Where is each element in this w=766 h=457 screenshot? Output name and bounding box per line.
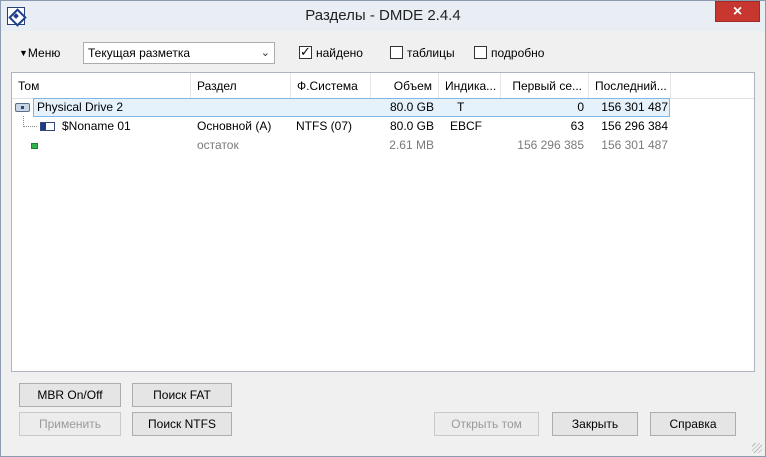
cell-size: 80.0 GB bbox=[389, 119, 434, 133]
search-fat-button[interactable]: Поиск FAT bbox=[132, 383, 232, 407]
column-header-volume[interactable]: Том bbox=[12, 73, 191, 99]
checkbox-tables-label: таблицы bbox=[407, 46, 455, 60]
open-volume-button[interactable]: Открыть том bbox=[434, 412, 539, 436]
cell-last-sector: 156 301 487 bbox=[601, 138, 668, 152]
cell-filesystem bbox=[296, 98, 371, 117]
column-header-indicator[interactable]: Индика... bbox=[439, 73, 501, 99]
search-ntfs-button[interactable]: Поиск NTFS bbox=[132, 412, 232, 436]
checkbox-found-box[interactable] bbox=[299, 44, 312, 60]
cell-size: 2.61 MB bbox=[389, 138, 434, 152]
layout-select-value: Текущая разметка bbox=[88, 46, 191, 60]
triangle-down-icon: ▼ bbox=[19, 48, 28, 58]
apply-button[interactable]: Применить bbox=[19, 412, 121, 436]
cell-size: 80.0 GB bbox=[389, 100, 434, 114]
column-header-first-sector[interactable]: Первый се... bbox=[501, 73, 589, 99]
partitions-table[interactable]: Том Раздел Ф.Система Объем Индика... Пер… bbox=[11, 72, 755, 372]
close-button[interactable]: Закрыть bbox=[552, 412, 638, 436]
cell-partition: Основной (A) bbox=[197, 119, 272, 133]
checkbox-tables[interactable]: таблицы bbox=[390, 45, 455, 61]
window-title: Разделы - DMDE 2.4.4 bbox=[305, 7, 461, 24]
column-header-last-sector[interactable]: Последний... bbox=[589, 73, 671, 99]
resize-grip-icon[interactable] bbox=[752, 443, 762, 453]
cell-indicator: EBCF bbox=[450, 119, 483, 133]
column-header-partition[interactable]: Раздел bbox=[191, 73, 291, 99]
cell-filesystem: NTFS (07) bbox=[296, 119, 353, 133]
disk-drive-icon bbox=[15, 103, 30, 112]
cell-first-sector: 0 bbox=[577, 100, 584, 114]
cell-filesystem bbox=[296, 136, 371, 155]
checkbox-found-label: найдено bbox=[316, 46, 363, 60]
cell-last-sector: 156 296 384 bbox=[601, 119, 668, 133]
cell-indicator: T bbox=[457, 100, 465, 114]
cell-first-sector: 63 bbox=[570, 119, 584, 133]
checkbox-detailed-label: подробно bbox=[491, 46, 545, 60]
column-header-filesystem[interactable]: Ф.Система bbox=[291, 73, 371, 99]
cell-volume: Physical Drive 2 bbox=[37, 100, 124, 114]
column-header-size[interactable]: Объем bbox=[371, 73, 439, 99]
table-header: Том Раздел Ф.Система Объем Индика... Пер… bbox=[12, 73, 754, 99]
cell-last-sector: 156 301 487 bbox=[601, 100, 668, 114]
table-row[interactable]: $Noname 01 Основной (A) NTFS (07) 80.0 G… bbox=[12, 116, 754, 136]
checkbox-tables-box[interactable] bbox=[390, 46, 403, 59]
menu-label: Меню bbox=[27, 46, 61, 60]
free-space-icon bbox=[31, 143, 38, 149]
cell-partition bbox=[197, 98, 292, 117]
cell-first-sector: 156 296 385 bbox=[517, 138, 584, 152]
checkbox-detailed[interactable]: подробно bbox=[474, 45, 544, 61]
cell-volume bbox=[62, 136, 190, 155]
cell-volume: $Noname 01 bbox=[62, 119, 131, 133]
partitions-window: Разделы - DMDE 2.4.4 × ▼Меню Текущая раз… bbox=[0, 0, 766, 457]
checkbox-found[interactable]: найдено bbox=[299, 44, 363, 61]
tree-connector bbox=[23, 116, 37, 127]
close-window-button[interactable]: × bbox=[715, 1, 760, 22]
table-row[interactable]: остаток 2.61 MB 156 296 385 156 301 487 bbox=[12, 136, 754, 155]
cell-partition: остаток bbox=[197, 138, 239, 152]
table-row[interactable]: Physical Drive 2 80.0 GB T 0 156 301 487 bbox=[12, 98, 754, 117]
partition-icon bbox=[40, 122, 55, 131]
mbr-toggle-button[interactable]: MBR On/Off bbox=[19, 383, 121, 407]
cell-indicator bbox=[450, 136, 500, 155]
help-button[interactable]: Справка bbox=[650, 412, 736, 436]
checkbox-detailed-box[interactable] bbox=[474, 46, 487, 59]
title-bar: Разделы - DMDE 2.4.4 × bbox=[1, 1, 765, 31]
layout-select[interactable]: Текущая разметка ⌄ bbox=[83, 42, 275, 64]
chevron-down-icon: ⌄ bbox=[260, 47, 270, 59]
menu-button[interactable]: ▼Меню bbox=[19, 46, 60, 62]
